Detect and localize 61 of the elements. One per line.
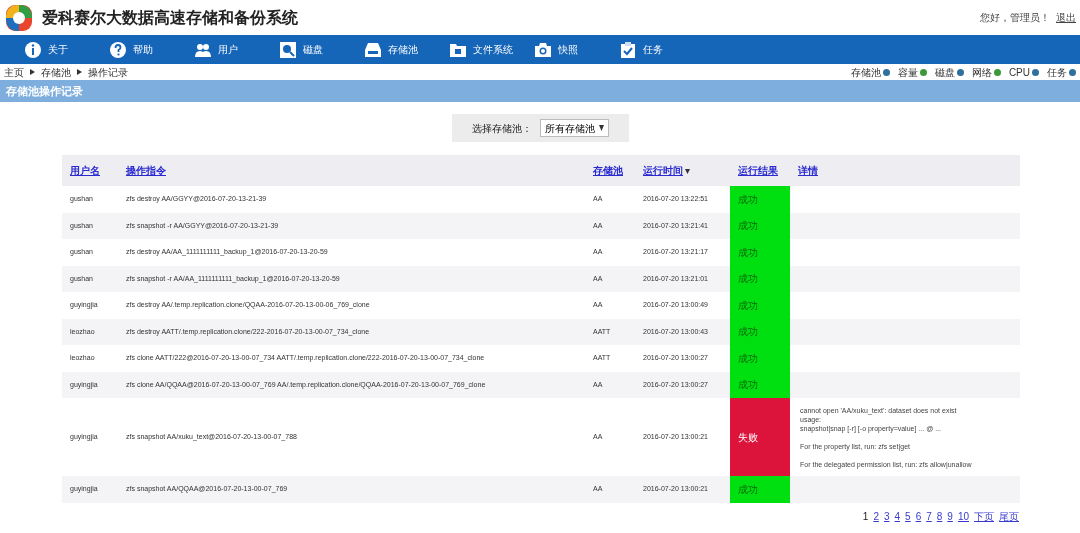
- tray-icon: [364, 40, 382, 59]
- app-title: 爱科赛尔大数据高速存储和备份系统: [42, 6, 298, 29]
- nav-item[interactable]: 文件系统: [449, 40, 534, 59]
- logout-link[interactable]: 退出: [1056, 10, 1076, 25]
- section-title: 存储池操作记录: [6, 83, 83, 99]
- indicator-label: 磁盘: [934, 65, 955, 80]
- page-link[interactable]: 下页: [973, 508, 995, 524]
- column-header-link[interactable]: 用户名: [70, 163, 100, 178]
- logo-icon: [4, 2, 34, 33]
- nav-item[interactable]: 帮助: [109, 40, 194, 59]
- result-cell: 失败: [730, 398, 790, 476]
- nav-item[interactable]: 存储池: [364, 40, 449, 59]
- camera-icon: [534, 40, 552, 59]
- result-cell: 成功: [730, 371, 790, 398]
- indicator-label: 网络: [971, 65, 992, 80]
- nav-item[interactable]: 用户: [194, 40, 279, 59]
- result-cell: 成功: [730, 239, 790, 266]
- page-link[interactable]: 4: [893, 508, 902, 524]
- nav-item[interactable]: 任务: [619, 40, 704, 59]
- page-link[interactable]: 9: [946, 508, 954, 524]
- page-link[interactable]: 7: [925, 508, 933, 524]
- breadcrumb-link[interactable]: 操作记录: [88, 64, 128, 80]
- column-header-link[interactable]: 详情: [798, 163, 818, 178]
- result-cell: 成功: [730, 212, 790, 239]
- column-header-link[interactable]: 运行时间: [643, 163, 683, 178]
- page-link[interactable]: 1: [861, 508, 870, 524]
- breadcrumb-link[interactable]: 存储池: [41, 64, 71, 80]
- sort-indicator: ▾: [685, 164, 690, 178]
- help-icon: [109, 40, 127, 59]
- result-cell: 成功: [730, 318, 790, 345]
- page-link[interactable]: 8: [935, 508, 944, 524]
- result-cell: 成功: [730, 265, 790, 292]
- indicator-label: 任务: [1047, 65, 1067, 80]
- nav-item[interactable]: 关于: [24, 40, 109, 59]
- column-header-link[interactable]: 存储池: [593, 163, 623, 178]
- page-link[interactable]: 3: [882, 508, 891, 524]
- result-cell: 成功: [730, 476, 790, 503]
- indicator-label: 容量: [897, 65, 918, 80]
- result-cell: 成功: [730, 186, 790, 213]
- chevron-icon: [30, 69, 35, 75]
- page-link[interactable]: 6: [914, 508, 923, 524]
- nav-item[interactable]: 快照: [534, 40, 619, 59]
- info-icon: [24, 40, 42, 59]
- chevron-icon: [77, 69, 82, 75]
- page-link[interactable]: 10: [956, 508, 970, 524]
- indicator-label: 存储池: [850, 65, 881, 80]
- breadcrumb-link[interactable]: 主页: [4, 64, 24, 80]
- column-header-link[interactable]: 运行结果: [738, 163, 778, 178]
- page-link[interactable]: 5: [904, 508, 912, 524]
- indicator-label: CPU: [1008, 65, 1030, 80]
- filter-label: 选择存储池：: [471, 121, 532, 136]
- page-link[interactable]: 尾页: [998, 508, 1020, 524]
- nav-item[interactable]: 磁盘: [279, 40, 364, 59]
- pool-dropdown[interactable]: 所有存储池: [539, 119, 609, 137]
- clipboard-icon: [619, 40, 637, 59]
- greeting-text: 您好，管理员！: [980, 11, 1050, 25]
- result-cell: 成功: [730, 292, 790, 319]
- dropdown-arrow-icon: [598, 125, 604, 131]
- column-header-link[interactable]: 操作指令: [126, 163, 166, 178]
- page-link[interactable]: 2: [872, 508, 880, 524]
- result-cell: 成功: [730, 345, 790, 372]
